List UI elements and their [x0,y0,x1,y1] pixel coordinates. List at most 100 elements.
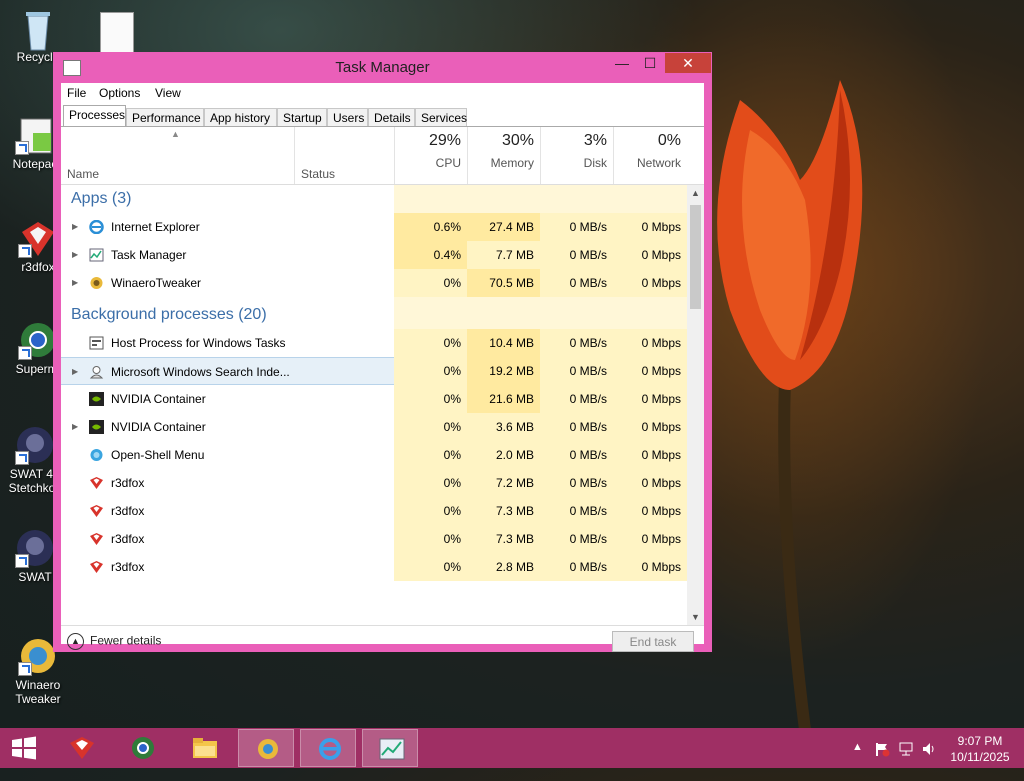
tab-performance[interactable]: Performance [126,108,204,126]
tab-app-history[interactable]: App history [204,108,277,126]
shortcut-arrow-icon [18,346,32,360]
process-cpu: 0% [394,469,467,497]
minimize-button[interactable]: — [609,53,635,73]
process-disk: 0 MB/s [540,469,613,497]
r3dfox-icon [90,533,103,545]
menu-options[interactable]: Options [99,86,140,100]
document-icon[interactable] [100,12,134,54]
network-icon[interactable] [898,741,914,757]
memory-label: Memory [490,156,534,170]
shortcut-arrow-icon [18,244,32,258]
group-header-background-processes[interactable]: Background processes (20) [61,297,687,329]
tab-users[interactable]: Users [327,108,368,126]
process-name: Internet Explorer [111,220,200,234]
column-header-disk[interactable]: 3% Disk [540,127,613,184]
process-cpu: 0% [394,553,467,581]
process-row[interactable]: r3dfox 0% 7.2 MB 0 MB/s 0 Mbps [61,469,687,497]
process-disk: 0 MB/s [540,413,613,441]
process-name: NVIDIA Container [111,420,206,434]
taskbar-r3dfox[interactable] [53,729,109,767]
process-network: 0 Mbps [613,241,687,269]
action-center-flag-icon[interactable] [874,741,890,757]
process-network: 0 Mbps [613,329,687,357]
expand-arrow-icon[interactable]: ▶ [72,358,78,386]
process-row[interactable]: ▶ NVIDIA Container 0% 3.6 MB 0 MB/s 0 Mb… [61,413,687,441]
cpu-total: 29% [428,132,461,149]
process-row[interactable]: Host Process for Windows Tasks 0% 10.4 M… [61,329,687,357]
expand-arrow-icon[interactable]: ▶ [72,213,78,241]
show-hidden-icons-icon[interactable]: ▲ [852,741,863,781]
fewer-details-button[interactable]: ▲ Fewer details [67,633,161,650]
host-process-icon [89,336,104,350]
group-title: Apps (3) [71,190,132,207]
taskbar-task-manager[interactable] [362,729,418,767]
process-network: 0 Mbps [613,525,687,553]
menu-file[interactable]: File [67,86,86,100]
process-network: 0 Mbps [613,441,687,469]
column-header-cpu[interactable]: 29% CPU [394,127,467,184]
fewer-details-label: Fewer details [90,633,162,648]
tab-strip: Processes Performance App history Startu… [61,105,704,127]
tab-processes[interactable]: Processes [63,105,126,127]
start-button[interactable] [0,729,48,767]
process-row[interactable]: ▶ Internet Explorer 0.6% 27.4 MB 0 MB/s … [61,213,687,241]
close-button[interactable]: ✕ [665,53,711,73]
process-row[interactable]: Open-Shell Menu 0% 2.0 MB 0 MB/s 0 Mbps [61,441,687,469]
group-header-apps[interactable]: Apps (3) [61,185,687,213]
process-row[interactable]: r3dfox 0% 7.3 MB 0 MB/s 0 Mbps [61,497,687,525]
taskbar-winaero-tweaker[interactable] [238,729,294,767]
process-cpu: 0% [394,497,467,525]
process-row[interactable]: r3dfox 0% 7.3 MB 0 MB/s 0 Mbps [61,525,687,553]
scroll-down-icon[interactable]: ▼ [687,609,704,625]
process-name: Task Manager [111,248,187,262]
scroll-thumb[interactable] [690,205,701,309]
column-header-row: ▲ Name Status 29% CPU 30% Memory 3% Disk… [61,127,704,185]
taskbar-supermium[interactable] [114,729,170,767]
process-row[interactable]: NVIDIA Container 0% 21.6 MB 0 MB/s 0 Mbp… [61,385,687,413]
winaero-tweaker-icon [18,636,58,676]
tab-services[interactable]: Services [415,108,467,126]
network-total: 0% [657,132,681,149]
expand-arrow-icon[interactable]: ▶ [72,269,78,297]
menu-view[interactable]: View [155,86,181,100]
vertical-scrollbar[interactable]: ▲ ▼ [687,185,704,625]
tab-details[interactable]: Details [368,108,415,126]
process-cpu: 0% [394,385,467,413]
column-header-network[interactable]: 0% Network [613,127,704,184]
r3dfox-icon [90,505,103,517]
process-row[interactable]: ▶ Task Manager 0.4% 7.7 MB 0 MB/s 0 Mbps [61,241,687,269]
scroll-up-icon[interactable]: ▲ [687,185,704,201]
supermium-icon [18,320,58,360]
column-header-name[interactable]: ▲ Name [61,127,294,184]
process-network: 0 Mbps [613,469,687,497]
process-row-selected[interactable]: ▶ Microsoft Windows Search Inde... 0% 19… [61,357,687,385]
expand-arrow-icon[interactable]: ▶ [72,413,78,441]
taskbar-file-explorer[interactable] [176,729,232,767]
maximize-button[interactable]: ☐ [637,53,663,73]
cpu-label: CPU [435,156,461,170]
clock-date: 10/11/2025 [950,750,1010,764]
process-disk: 0 MB/s [540,213,613,241]
column-header-memory[interactable]: 30% Memory [467,127,540,184]
taskbar-clock[interactable]: 9:07 PM 10/11/2025 [948,733,1012,765]
volume-icon[interactable] [921,741,937,757]
process-memory: 21.6 MB [467,385,540,413]
end-task-button[interactable]: End task [612,631,694,652]
process-disk: 0 MB/s [540,357,613,385]
tab-startup[interactable]: Startup [277,108,327,126]
column-header-status[interactable]: Status [294,127,394,184]
expand-arrow-icon[interactable]: ▶ [72,241,78,269]
clock-time: 9:07 PM [957,734,1003,748]
taskbar-internet-explorer[interactable] [300,729,356,767]
process-cpu: 0% [394,525,467,553]
task-manager-window: Task Manager — ☐ ✕ File Options View Pro… [53,52,712,652]
title-bar[interactable]: Task Manager — ☐ ✕ [53,52,712,83]
process-row[interactable]: r3dfox 0% 2.8 MB 0 MB/s 0 Mbps [61,553,687,581]
process-disk: 0 MB/s [540,441,613,469]
process-name: Microsoft Windows Search Inde... [111,365,290,379]
process-row[interactable]: ▶ WinaeroTweaker 0% 70.5 MB 0 MB/s 0 Mbp… [61,269,687,297]
process-name: r3dfox [111,476,145,490]
shortcut-arrow-icon [15,451,29,465]
process-disk: 0 MB/s [540,553,613,581]
supermium-icon [132,737,154,759]
